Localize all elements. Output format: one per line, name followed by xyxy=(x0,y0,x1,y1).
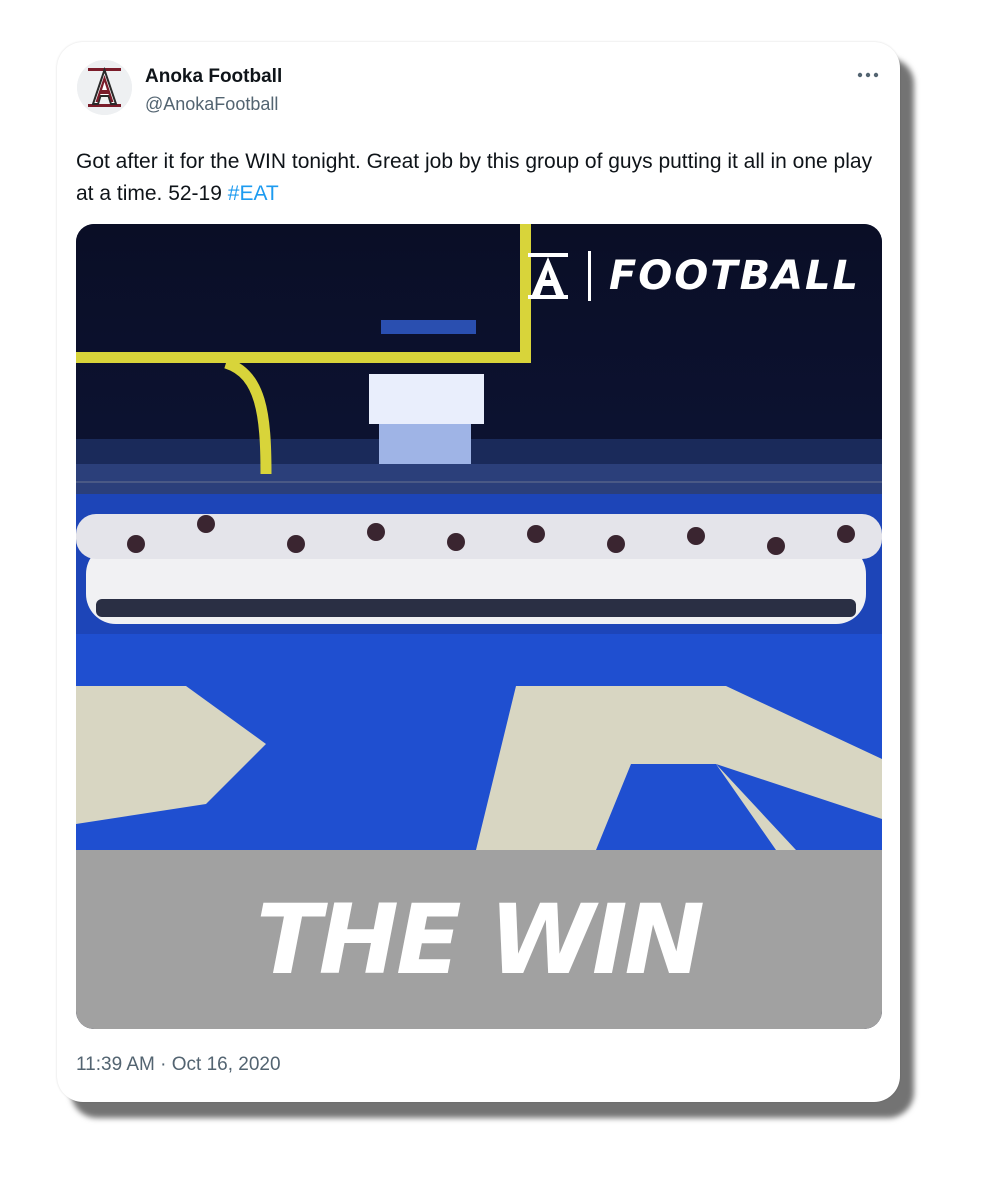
account-name[interactable]: Anoka Football xyxy=(145,66,282,88)
hashtag-link[interactable]: #EAT xyxy=(228,182,279,205)
brand-lockup: FOOTBALL xyxy=(527,250,860,302)
tweet-timestamp[interactable]: 11:39 AM · Oct 16, 2020 xyxy=(76,1054,281,1076)
avatar[interactable] xyxy=(77,60,132,115)
tweet-card: Anoka Football @AnokaFootball Got after … xyxy=(57,42,900,1102)
brand-divider xyxy=(587,251,591,301)
banner-text: THE WIN xyxy=(256,883,705,996)
tweet-body: Got after it for the WIN tonight. Great … xyxy=(76,150,873,205)
tweet-text: Got after it for the WIN tonight. Great … xyxy=(76,146,886,210)
brand-text: FOOTBALL xyxy=(608,253,860,299)
team-photo xyxy=(76,224,882,850)
account-handle[interactable]: @AnokaFootball xyxy=(145,94,278,115)
tweet-media[interactable]: FOOTBALL THE WIN xyxy=(76,224,882,1029)
anoka-a-logo-icon xyxy=(527,253,568,299)
more-options-icon[interactable] xyxy=(856,68,880,82)
anoka-a-logo-icon xyxy=(77,60,132,115)
